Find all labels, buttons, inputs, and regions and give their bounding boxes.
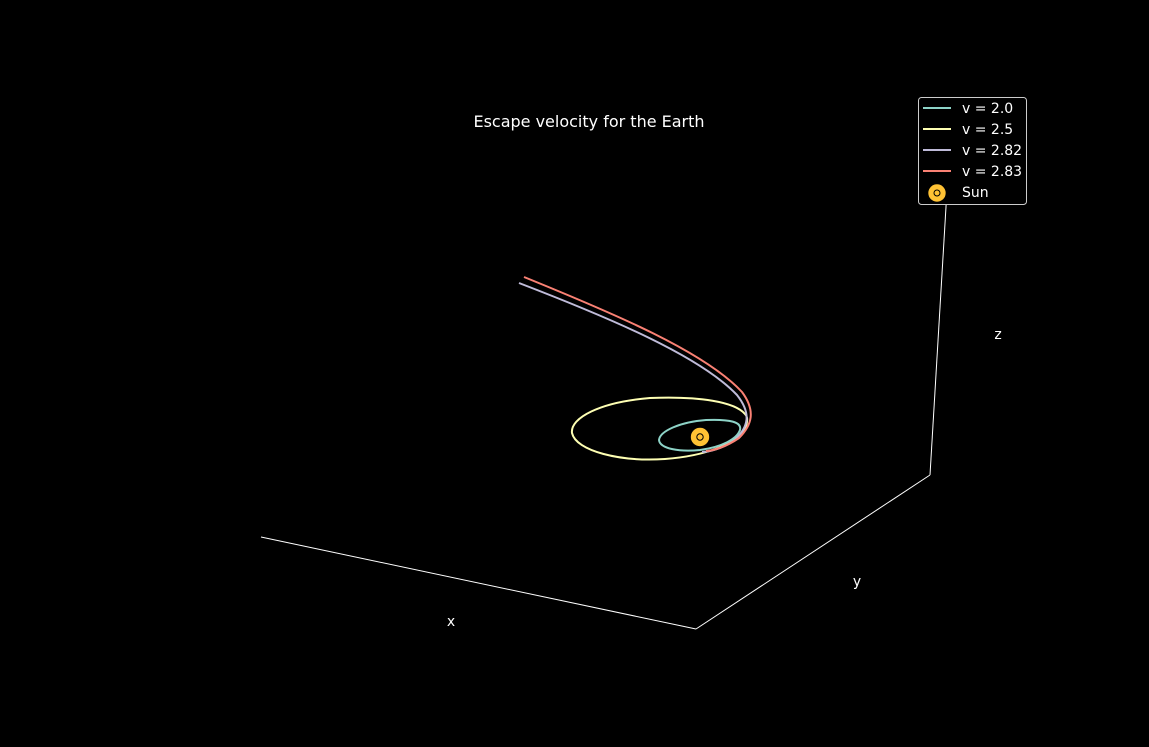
orbit-3d-chart: x y z Escape velocity for the Earth v = … — [0, 0, 1149, 747]
legend-label: v = 2.5 — [962, 122, 1013, 138]
sun-marker — [690, 427, 710, 447]
legend-label: Sun — [962, 185, 989, 201]
legend: v = 2.0 v = 2.5 v = 2.82 v = 2.83 Sun — [918, 97, 1027, 205]
x-axis-label: x — [447, 614, 455, 630]
chart-title: Escape velocity for the Earth — [473, 112, 704, 131]
legend-label: v = 2.83 — [962, 164, 1022, 180]
sun-icon — [690, 427, 710, 447]
y-axis-label: y — [853, 574, 861, 590]
legend-label: v = 2.82 — [962, 143, 1022, 159]
legend-label: v = 2.0 — [962, 101, 1013, 117]
sun-icon — [927, 183, 947, 203]
z-axis-label: z — [994, 327, 1001, 343]
